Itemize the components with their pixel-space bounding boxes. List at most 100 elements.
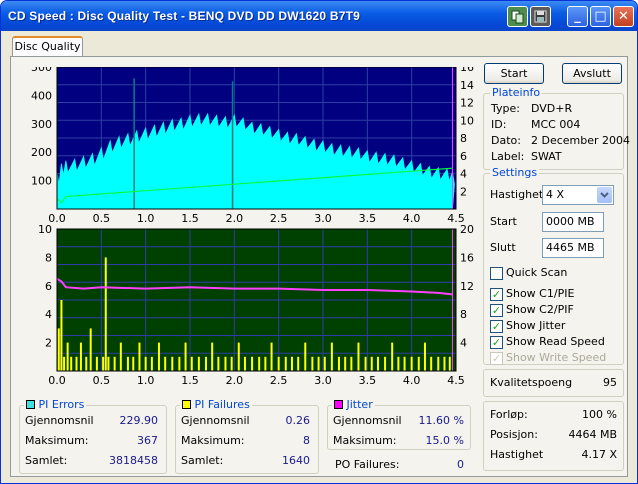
pi-failures-bar (350, 356, 353, 371)
speed-select[interactable]: 4 X (542, 185, 614, 205)
pi-failures-bar (184, 342, 187, 371)
quality-score-label: Kvalitetspoeng (490, 376, 573, 389)
pi-failures-bar (364, 356, 367, 371)
pi-failures-bar (237, 342, 240, 371)
pi-failures-bar (258, 356, 261, 371)
exit-button[interactable]: Avslutt (562, 63, 622, 84)
plateinfo-group: Plateinfo Type: DVD+R ID: MCC 004 Dato: … (483, 87, 630, 170)
y-left-tick-label: 500 (31, 67, 52, 74)
charts-area: 100 200 300 400 500 2 4 6 8 10 12 14 16 0.0 0.5 1.0 1.5 2… (31, 67, 474, 387)
y-right-tick-label: 14 (460, 79, 474, 92)
pi-failures-swatch (182, 400, 191, 409)
show-jitter-checkbox[interactable]: ✓ (490, 320, 503, 333)
pi-failures-bar (217, 356, 220, 371)
date-label: Dato: (491, 134, 521, 147)
quick-scan-checkbox[interactable] (490, 267, 503, 280)
pi-failures-bar (403, 356, 406, 371)
x-tick-label: 3.0 (314, 212, 332, 225)
pi-failures-legend: PI Failures (180, 399, 252, 411)
pi-failures-total-label: Samlet: (181, 454, 224, 467)
chevron-down-icon[interactable] (597, 187, 612, 203)
pi-failures-bar (317, 356, 320, 371)
show-c1-checkbox[interactable]: ✓ (490, 288, 503, 301)
pi-failures-bar (224, 356, 227, 371)
pi-failures-bar (89, 328, 92, 371)
minimize-button[interactable]: _ (567, 6, 588, 27)
end-input[interactable]: 4465 MB (542, 238, 604, 258)
show-c1-label[interactable]: Show C1/PIE (506, 287, 574, 300)
window-title: CD Speed : Disc Quality Test - BENQ DVD … (8, 9, 360, 23)
pi-failures-bar (138, 342, 141, 371)
save-disk-icon[interactable] (530, 6, 551, 27)
pi-errors-title: PI Errors (38, 398, 85, 411)
pi-errors-max: 367 (137, 434, 158, 447)
pi-failures-bar (126, 356, 129, 371)
current-speed-label: Hastighet (490, 448, 544, 461)
y-left-tick-label: 8 (45, 251, 52, 264)
pi-errors-total-label: Samlet: (25, 454, 68, 467)
y-left-tick-label: 300 (31, 118, 52, 131)
start-input[interactable]: 0000 MB (542, 212, 604, 232)
show-read-speed-checkbox[interactable]: ✓ (490, 336, 503, 349)
pi-failures-bar (410, 356, 413, 371)
pi-failures-bar (290, 356, 293, 371)
date-value: 2 December 2004 (531, 134, 631, 147)
y-left-tick-label: 200 (31, 146, 52, 159)
pi-failures-bar (337, 356, 340, 371)
x-tick-label: 1.5 (181, 374, 199, 387)
pi-failures-bar (102, 356, 105, 371)
position-value: 4464 MB (568, 428, 617, 441)
pi-failures-bar (66, 342, 69, 371)
quick-scan-label[interactable]: Quick Scan (506, 266, 567, 279)
pi-errors-avg-label: Gjennomsnil (25, 414, 94, 427)
x-tick-label: 1.5 (181, 212, 199, 225)
id-label: ID: (491, 118, 507, 131)
show-c2-checkbox[interactable]: ✓ (490, 304, 503, 317)
pi-failures-bar (277, 356, 280, 371)
y-left-tick-label: 100 (31, 175, 52, 188)
pi-failures-bar (330, 342, 333, 371)
y-right-tick-label: 12 (460, 280, 474, 293)
pi-failures-bar (197, 356, 200, 371)
title-bar[interactable]: CD Speed : Disc Quality Test - BENQ DVD … (1, 1, 637, 31)
show-jitter-label[interactable]: Show Jitter (506, 319, 565, 332)
x-tick-label: 2.5 (270, 212, 288, 225)
x-tick-label: 3.5 (359, 374, 377, 387)
disc-quality-panel: 100 200 300 400 500 2 4 6 8 10 12 14 16 0.0 0.5 1.0 1.5 2… (10, 56, 630, 477)
y-right-tick-label: 20 (460, 223, 474, 236)
pi-failures-bar (119, 342, 122, 371)
pi-failures-bar (211, 342, 214, 371)
end-label: Slutt (490, 241, 516, 254)
jitter-avg-label: Gjennomsnil (333, 414, 402, 427)
y-right-tick-label: 6 (460, 150, 467, 163)
x-tick-label: 2.0 (226, 212, 244, 225)
po-failures-label: PO Failures: (335, 458, 400, 471)
pi-failures-bar (270, 342, 273, 371)
pi-failures-bar (391, 342, 394, 371)
settings-title: Settings (490, 166, 540, 179)
y-left-tick-label: 4 (45, 308, 52, 321)
quality-score-value: 95 (603, 376, 617, 389)
app-window: CD Speed : Disc Quality Test - BENQ DVD … (0, 0, 638, 484)
y-left-tick-label: 400 (31, 89, 52, 102)
pi-failures-title: PI Failures (194, 398, 250, 411)
pi-errors-legend: PI Errors (24, 398, 87, 411)
show-read-speed-label[interactable]: Show Read Speed (506, 335, 605, 348)
pi-failures-bar (150, 356, 153, 371)
close-icon: ✕ (618, 9, 629, 24)
copy-to-clipboard-icon[interactable] (507, 6, 528, 27)
pi-failures-group: PI Failures Gjennomsnil 0.26 Maksimum: 8… (175, 399, 319, 474)
progress-group: Forløp: 100 % Posisjon: 4464 MB Hastighe… (483, 401, 624, 471)
start-button[interactable]: Start (484, 63, 544, 84)
speed-select-value: 4 X (546, 188, 565, 201)
maximize-button[interactable]: □ (590, 6, 611, 27)
pi-failures-bar (104, 257, 107, 371)
pi-failures-bar (75, 356, 78, 371)
x-tick-label: 0.0 (48, 374, 66, 387)
x-tick-label: 4.0 (403, 374, 421, 387)
tab-disc-quality[interactable]: Disc Quality (12, 36, 83, 57)
show-c2-label[interactable]: Show C2/PIF (506, 303, 574, 316)
pi-failures-bar (311, 356, 314, 371)
pi-failures-max-label: Maksimum: (181, 434, 245, 447)
close-button[interactable]: ✕ (613, 6, 634, 27)
